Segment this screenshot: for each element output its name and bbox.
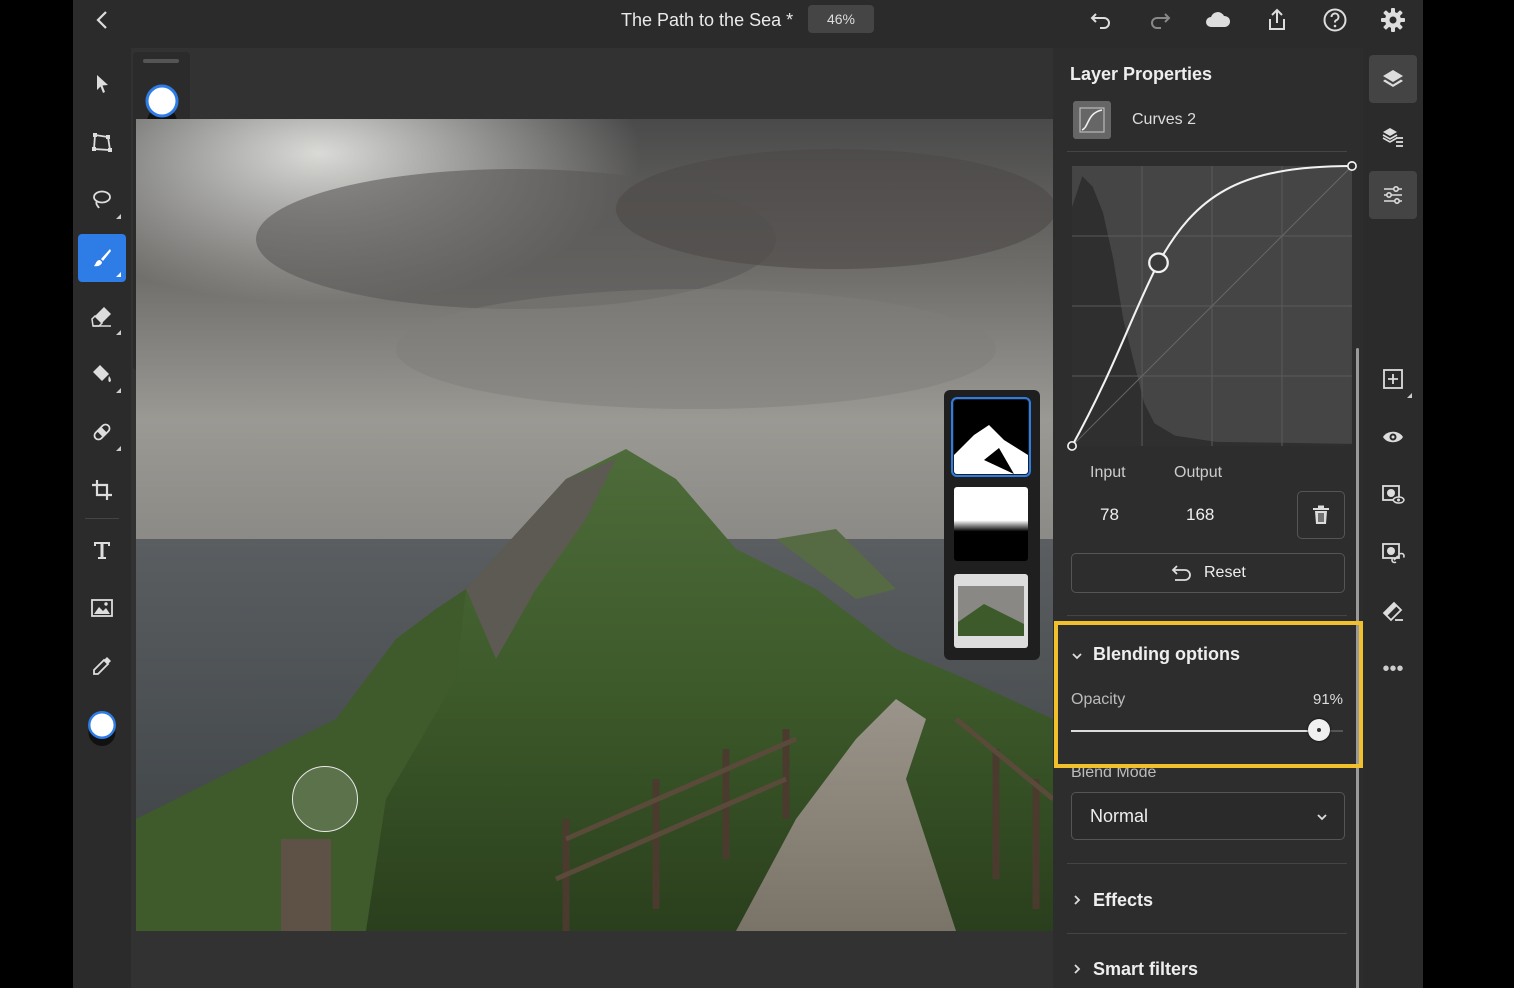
select-icon[interactable]	[78, 60, 126, 108]
share-icon[interactable]	[1263, 6, 1291, 34]
canvas-photo[interactable]	[136, 119, 1053, 931]
effects-header[interactable]: Effects	[1093, 890, 1153, 911]
eraser-icon[interactable]	[78, 292, 126, 340]
document-title: The Path to the Sea *	[621, 10, 794, 30]
type-icon[interactable]	[78, 526, 126, 574]
curves-layer-icon	[1073, 101, 1111, 139]
clear-icon[interactable]	[1369, 587, 1417, 635]
trash-icon	[1313, 505, 1329, 524]
crop-icon[interactable]	[78, 466, 126, 514]
more-icon[interactable]: •••	[1369, 645, 1417, 693]
curve-point[interactable]	[1067, 441, 1077, 451]
adjustments-icon[interactable]	[1369, 171, 1417, 219]
panel-title: Layer Properties	[1070, 64, 1213, 84]
input-label: Input	[1090, 464, 1126, 481]
top-bar: The Path to the Sea * 46%	[73, 0, 1423, 48]
link-icon[interactable]	[1369, 529, 1417, 577]
lasso-icon[interactable]	[78, 176, 126, 224]
layers-icon[interactable]	[1369, 55, 1417, 103]
tool-bar	[73, 48, 131, 988]
mask-icon[interactable]	[1369, 471, 1417, 519]
healing-icon[interactable]	[78, 408, 126, 456]
chevron-right-icon[interactable]	[1071, 893, 1083, 905]
right-icon-column: •••	[1363, 48, 1423, 988]
cloud-icon[interactable]	[1204, 6, 1232, 34]
help-icon[interactable]	[1321, 6, 1349, 34]
fill-icon[interactable]	[78, 350, 126, 398]
divider	[1067, 863, 1347, 864]
app-window: The Path to the Sea * 46% Layer Properti…	[73, 0, 1423, 988]
panel-grip[interactable]	[143, 59, 179, 63]
highlight-box	[1054, 621, 1363, 768]
redo-icon[interactable]	[1146, 6, 1174, 34]
divider	[1067, 933, 1347, 934]
smart-filters-header[interactable]: Smart filters	[1093, 959, 1198, 980]
landscape-image	[136, 119, 1053, 931]
curve-point[interactable]	[1347, 161, 1357, 171]
blend-mode-select[interactable]: Normal	[1071, 792, 1345, 840]
divider	[1067, 615, 1347, 616]
delete-point-button[interactable]	[1297, 491, 1345, 539]
reset-icon	[1171, 565, 1191, 581]
reset-button[interactable]: Reset	[1071, 553, 1345, 593]
zoom-level[interactable]: 46%	[808, 5, 874, 33]
output-label: Output	[1174, 464, 1223, 481]
blend-mode-value: Normal	[1090, 806, 1149, 826]
layer-details-icon[interactable]	[1369, 113, 1417, 161]
chevron-right-icon[interactable]	[1071, 962, 1083, 974]
image-icon[interactable]	[78, 584, 126, 632]
back-icon[interactable]	[91, 8, 115, 32]
brush-cursor	[292, 766, 358, 832]
input-value[interactable]: 78	[1100, 505, 1119, 525]
curves-graph[interactable]	[1067, 161, 1357, 451]
reset-label: Reset	[1204, 564, 1246, 581]
transform-icon[interactable]	[78, 118, 126, 166]
add-layer-icon[interactable]	[1369, 355, 1417, 403]
undo-icon[interactable]	[1087, 6, 1115, 34]
layer-thumb-mask[interactable]	[951, 397, 1031, 477]
curve-point-active[interactable]	[1148, 252, 1169, 274]
gear-icon[interactable]	[1379, 6, 1407, 34]
layer-name: Curves 2	[1132, 111, 1197, 128]
tool-divider	[85, 518, 119, 519]
layer-thumb-gradient[interactable]	[954, 487, 1028, 561]
divider	[1067, 151, 1347, 152]
chevron-down-icon	[1316, 810, 1328, 822]
color-swatch-icon[interactable]	[78, 704, 126, 752]
brush-icon[interactable]	[78, 234, 126, 282]
visibility-icon[interactable]	[1369, 413, 1417, 461]
eyedropper-icon[interactable]	[78, 642, 126, 690]
output-value[interactable]: 168	[1186, 505, 1214, 525]
layer-thumbnails	[944, 390, 1040, 660]
layer-properties-panel: Layer Properties Curves 2 Input Output 7…	[1053, 48, 1363, 988]
layer-thumb-photo[interactable]	[954, 574, 1028, 648]
